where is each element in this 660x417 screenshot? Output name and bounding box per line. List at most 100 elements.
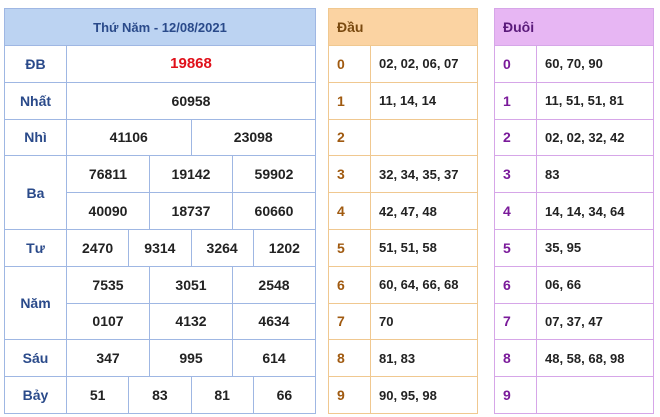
results-title: Thứ Năm - 12/08/2021	[4, 8, 316, 46]
prize-label-sixth: Sáu	[4, 339, 67, 378]
tail-values: 83	[536, 155, 654, 194]
tail-index: 9	[494, 376, 537, 414]
prize-fifth-value: 7535	[66, 265, 150, 304]
table-row: Tư 2470 9314 3264 1202	[4, 228, 317, 267]
tail-values: 14, 14, 34, 64	[536, 192, 654, 230]
table-row: 0 60, 70, 90	[494, 45, 654, 83]
table-row: 0 02, 02, 06, 07	[328, 45, 478, 83]
table-row: 8 48, 58, 68, 98	[494, 339, 654, 378]
prize-seventh-value: 81	[190, 376, 254, 414]
head-index: 7	[328, 302, 371, 341]
head-values: 02, 02, 06, 07	[370, 45, 478, 83]
prize-seventh-value: 51	[65, 376, 130, 414]
prize-fifth-value: 3051	[149, 265, 233, 304]
prize-third-value: 76811	[66, 155, 150, 194]
table-row: 3 83	[494, 155, 654, 194]
results-panel: Thứ Năm - 12/08/2021 ĐB 19868 Nhất 60958…	[4, 8, 317, 414]
head-index: 2	[328, 118, 371, 157]
prize-third-value: 18737	[149, 192, 233, 230]
prize-third-value: 40090	[66, 192, 150, 230]
prize-seventh-value: 83	[128, 376, 192, 414]
table-row: 9	[494, 376, 654, 414]
table-row: 7 07, 37, 47	[494, 302, 654, 341]
prize-sixth-value: 347	[66, 339, 150, 378]
prize-label-fifth: Năm	[4, 265, 67, 341]
prize-label-second: Nhì	[4, 118, 67, 157]
tail-title: Đuôi	[494, 8, 654, 46]
tail-index: 1	[494, 81, 537, 120]
head-index: 0	[328, 45, 371, 83]
prize-fourth-value: 9314	[128, 228, 192, 267]
head-values: 32, 34, 35, 37	[370, 155, 478, 194]
head-values: 70	[370, 302, 478, 341]
tail-values: 07, 37, 47	[536, 302, 654, 341]
tail-values: 60, 70, 90	[536, 45, 654, 83]
prize-fifth-value: 0107	[66, 302, 150, 341]
head-values: 51, 51, 58	[370, 228, 478, 267]
table-row: Bảy 51 83 81 66	[4, 376, 317, 414]
table-row: 5 51, 51, 58	[328, 228, 478, 267]
head-index: 6	[328, 265, 371, 304]
prize-fifth-value: 2548	[232, 265, 316, 304]
table-row: 5 35, 95	[494, 228, 654, 267]
table-row: Năm 7535 3051 2548	[4, 265, 316, 341]
table-row: 9 90, 95, 98	[328, 376, 478, 414]
table-row: 2	[328, 118, 478, 157]
table-row: 6 60, 64, 66, 68	[328, 265, 478, 304]
table-row: 4 42, 47, 48	[328, 192, 478, 230]
prize-seventh-value: 66	[252, 376, 317, 414]
tail-index: 3	[494, 155, 537, 194]
prize-label-first: Nhất	[4, 81, 67, 120]
tail-values	[536, 376, 654, 414]
table-row: 1 11, 51, 51, 81	[494, 81, 654, 120]
tail-values: 35, 95	[536, 228, 654, 267]
tail-index: 8	[494, 339, 537, 378]
prize-label-special: ĐB	[4, 45, 67, 83]
prize-second-value: 23098	[190, 118, 316, 157]
tail-values: 11, 51, 51, 81	[536, 81, 654, 120]
prize-third-value: 59902	[232, 155, 316, 194]
table-row: ĐB 19868	[4, 45, 316, 83]
head-values: 90, 95, 98	[370, 376, 478, 414]
prize-third-value: 19142	[149, 155, 233, 194]
tail-values: 06, 66	[536, 265, 654, 304]
head-panel: Đầu 0 02, 02, 06, 07 1 11, 14, 14 2 3 32, 3…	[328, 8, 478, 414]
table-row: 4 14, 14, 34, 64	[494, 192, 654, 230]
head-index: 5	[328, 228, 371, 267]
head-values: 42, 47, 48	[370, 192, 478, 230]
tail-values: 48, 58, 68, 98	[536, 339, 654, 378]
table-row: 7 70	[328, 302, 478, 341]
tail-values: 02, 02, 32, 42	[536, 118, 654, 157]
prize-second-value: 41106	[66, 118, 192, 157]
tail-index: 0	[494, 45, 537, 83]
prize-label-third: Ba	[4, 155, 67, 230]
prize-third-value: 60660	[232, 192, 316, 230]
table-row: 2 02, 02, 32, 42	[494, 118, 654, 157]
table-row: Ba 76811 19142 59902	[4, 155, 316, 230]
prize-sixth-value: 995	[149, 339, 233, 378]
tail-panel: Đuôi 0 60, 70, 90 1 11, 51, 51, 81 2 02, 02…	[494, 8, 654, 414]
prize-first-value: 60958	[66, 81, 316, 120]
table-row: Nhất 60958	[4, 81, 316, 120]
head-index: 1	[328, 81, 371, 120]
table-row: 6 06, 66	[494, 265, 654, 304]
tail-index: 7	[494, 302, 537, 341]
results-table: Thứ Năm - 12/08/2021 ĐB 19868 Nhất 60958…	[4, 8, 317, 414]
head-table: Đầu 0 02, 02, 06, 07 1 11, 14, 14 2 3 32, 3…	[328, 8, 478, 414]
tail-index: 4	[494, 192, 537, 230]
prize-label-fourth: Tư	[4, 228, 67, 267]
tail-index: 5	[494, 228, 537, 267]
head-values: 11, 14, 14	[370, 81, 478, 120]
head-title: Đầu	[328, 8, 478, 46]
tail-table: Đuôi 0 60, 70, 90 1 11, 51, 51, 81 2 02, 02…	[494, 8, 654, 414]
prize-sixth-value: 614	[232, 339, 316, 378]
tail-index: 2	[494, 118, 537, 157]
prize-fifth-value: 4634	[232, 302, 316, 341]
head-index: 4	[328, 192, 371, 230]
prize-label-seventh: Bảy	[4, 376, 67, 414]
table-row: 1 11, 14, 14	[328, 81, 478, 120]
prize-fourth-value: 1202	[252, 228, 317, 267]
head-index: 3	[328, 155, 371, 194]
head-index: 8	[328, 339, 371, 378]
head-index: 9	[328, 376, 371, 414]
